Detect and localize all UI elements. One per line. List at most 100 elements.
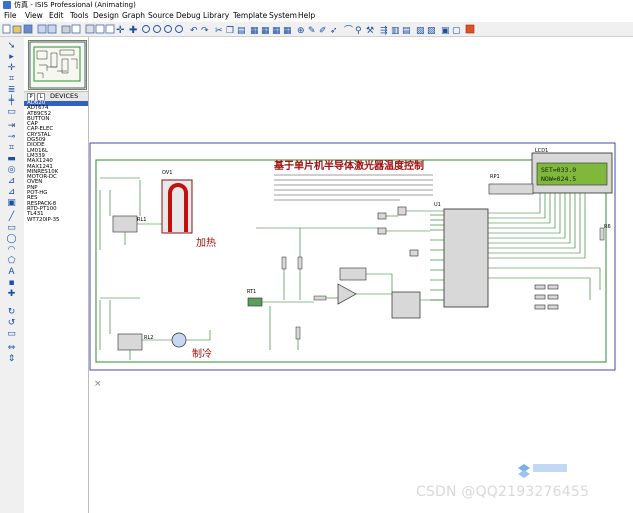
analog-wires xyxy=(256,210,444,350)
toolbar-icons[interactable]: ✛ ✚ ↶ ↷ ✂ ❐ ▤ ▦ ▦ ▦ ▦ ⊕ ✎ ✐ ➶ ⌒ ⚲ ⚒ ⇶ ▥ … xyxy=(0,22,633,36)
menu-edit[interactable]: Edit xyxy=(49,10,64,22)
left-panel: P L DEVICES AD620 ADT674 AT89C52 BUTTON … xyxy=(24,37,89,513)
symbol-icon[interactable]: ▪ xyxy=(6,278,17,288)
erc-icon: ▤ xyxy=(402,26,411,36)
menu-file[interactable]: File xyxy=(4,10,17,22)
center-icon: ✚ xyxy=(129,25,137,36)
circle-icon[interactable]: ◯ xyxy=(6,234,17,244)
menu-template[interactable]: Template xyxy=(233,10,267,22)
wire-label-icon[interactable]: ⌗ xyxy=(6,74,17,84)
bom-icon: ▥ xyxy=(391,26,400,36)
pin-icon[interactable]: ⊸ xyxy=(6,132,17,142)
paste-icon: ▤ xyxy=(237,26,246,36)
cool-label: 制冷 xyxy=(192,347,212,360)
r6-resistor xyxy=(599,227,605,241)
adc-u3 xyxy=(391,291,421,319)
motor-dc xyxy=(171,332,187,348)
title-bar: 仿真 - ISIS Professional (Animating) xyxy=(0,0,633,10)
ares-icon: ▧ xyxy=(416,26,425,36)
grid-icon xyxy=(95,24,105,34)
relay-2 xyxy=(117,333,143,351)
rotate-cw-icon[interactable]: ↻ xyxy=(6,307,17,317)
open-icon xyxy=(12,25,22,34)
zoom-area-icon xyxy=(175,25,183,33)
component-mode-icon[interactable]: ▸ xyxy=(6,52,17,62)
text-script-icon[interactable]: ≣ xyxy=(6,85,17,95)
path-icon[interactable]: ⬠ xyxy=(6,256,17,266)
app-icon xyxy=(3,1,11,9)
mirror-x-icon[interactable]: ⇔ xyxy=(6,343,17,353)
bus-icon[interactable]: ╪ xyxy=(6,96,17,106)
menu-graph[interactable]: Graph xyxy=(122,10,145,22)
angle-box-icon[interactable]: ▭ xyxy=(6,329,17,339)
schematic-drawing: 基于单片机半导体激光器温度控制 LCD1 SET=033.0 NOW=024.5… xyxy=(89,142,616,478)
menu-help[interactable]: Help xyxy=(298,10,315,22)
zoom-all-icon xyxy=(164,25,172,33)
new-sheet-icon: ▢ xyxy=(452,26,461,36)
refresh-icon xyxy=(85,24,95,34)
push-buttons xyxy=(534,284,559,310)
text-icon[interactable]: A xyxy=(6,267,17,277)
box-icon[interactable]: ▭ xyxy=(6,223,17,233)
probe-current-icon[interactable]: ⊿ xyxy=(6,187,17,197)
menu-design[interactable]: Design xyxy=(93,10,119,22)
devices-header-label: DEVICES xyxy=(50,92,79,100)
probe-voltage-icon[interactable]: ⊿ xyxy=(6,176,17,186)
subcircuit-icon[interactable]: ▭ xyxy=(6,107,17,117)
pick-icon: ⊕ xyxy=(297,26,305,36)
menu-system[interactable]: System xyxy=(269,10,297,22)
resistors-mid xyxy=(281,256,327,340)
overview-window[interactable] xyxy=(28,40,87,90)
relay-1-wires xyxy=(99,177,162,250)
rt1-sensor xyxy=(247,297,263,307)
search-icon: ⚲ xyxy=(355,26,362,36)
relay-1 xyxy=(112,215,138,233)
heat-label: 加热 xyxy=(196,236,216,249)
close-sheet-icon xyxy=(465,24,475,34)
marker-icon[interactable]: ✚ xyxy=(6,289,17,299)
lcd-ref: LCD1 xyxy=(535,148,548,154)
export-netlist-icon: ▨ xyxy=(427,26,436,36)
rp1-pack xyxy=(488,183,534,195)
block-delete-icon: ▦ xyxy=(283,26,292,36)
menu-debug[interactable]: Debug xyxy=(176,10,201,22)
u1-mcu xyxy=(443,208,489,308)
watermark-text: CSDN @QQ2193276455 xyxy=(416,484,590,500)
menu-view[interactable]: View xyxy=(25,10,43,22)
menu-source[interactable]: Source xyxy=(148,10,174,22)
print-icon xyxy=(61,25,71,34)
rp1-ref: RP1 xyxy=(490,174,500,180)
block-copy-icon: ▦ xyxy=(250,26,259,36)
rotate-ccw-icon[interactable]: ↺ xyxy=(6,318,17,328)
line-icon[interactable]: ╱ xyxy=(6,212,17,222)
design-explorer-icon: ▣ xyxy=(441,26,450,36)
select-mode-icon[interactable]: ➘ xyxy=(6,41,17,51)
device-item[interactable]: WT720IP-35 xyxy=(24,217,88,223)
u1-ref: U1 xyxy=(434,202,441,208)
terminal-icon[interactable]: ⇥ xyxy=(6,121,17,131)
export-icon xyxy=(47,24,57,34)
junction-icon[interactable]: ✛ xyxy=(6,63,17,73)
watermark-logo xyxy=(518,464,567,478)
generator-icon[interactable]: ◎ xyxy=(6,165,17,175)
wire-autoroute-icon: ⌒ xyxy=(344,25,353,36)
menu-tools[interactable]: Tools xyxy=(70,10,88,22)
lcd-line-2: NOW=024.5 xyxy=(541,175,576,183)
mode-toolbar: ➘ ▸ ✛ ⌗ ≣ ╪ ▭ ⇥ ⊸ ⌗ ▬ ◎ ⊿ ⊿ ▣ ╱ ▭ ◯ ◠ ⬠ … xyxy=(0,37,25,513)
zoom-in-icon xyxy=(142,25,150,33)
arc-icon[interactable]: ◠ xyxy=(6,245,17,255)
netlist-icon: ⇶ xyxy=(380,25,388,36)
tape-icon[interactable]: ▬ xyxy=(6,154,17,164)
window-title: 仿真 - ISIS Professional (Animating) xyxy=(14,1,136,9)
schematic-canvas[interactable]: 基于单片机半导体激光器温度控制 LCD1 SET=033.0 NOW=024.5… xyxy=(89,37,633,513)
instrument-icon[interactable]: ▣ xyxy=(6,198,17,208)
graph-icon[interactable]: ⌗ xyxy=(6,143,17,153)
import-icon xyxy=(37,24,47,34)
mirror-y-icon[interactable]: ⇕ xyxy=(6,354,17,364)
cut-icon: ✂ xyxy=(215,26,223,36)
packaging-icon: ✐ xyxy=(319,26,327,36)
ad620-u4 xyxy=(339,267,367,281)
block-move-icon: ▦ xyxy=(261,26,270,36)
menu-library[interactable]: Library xyxy=(203,10,229,22)
crystal-caps xyxy=(377,206,419,257)
